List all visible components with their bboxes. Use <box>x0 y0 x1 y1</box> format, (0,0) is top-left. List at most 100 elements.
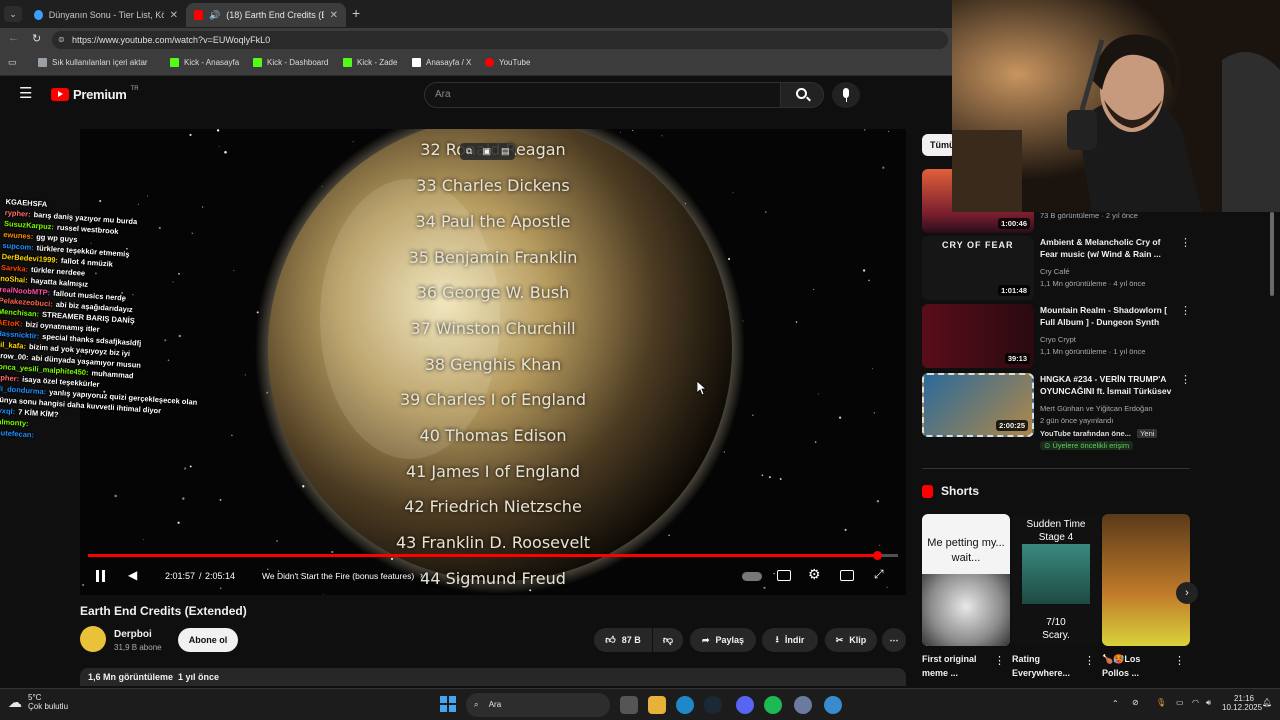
autoplay-toggle[interactable] <box>742 572 762 581</box>
avatar[interactable] <box>80 626 106 652</box>
browser-tab-2[interactable]: 🔊 (18) Earth End Credits (Extend ✕ <box>186 3 346 27</box>
youtube-logo[interactable]: Premium TR <box>51 86 139 102</box>
bookmark-import[interactable]: Sık kullanılanları içeri aktar <box>38 58 148 67</box>
browser-tab-1[interactable]: Dünyanın Sonu - Tier List, Kör Sıra ✕ <box>26 3 186 27</box>
video-title[interactable]: Ambient & Melancholic Cry of Fear music … <box>1040 236 1180 260</box>
channel-name[interactable]: Mert Günhan ve Yiğitcan Erdoğan <box>1040 404 1153 413</box>
chip-all[interactable]: Tümü <box>922 134 956 156</box>
more-actions-button[interactable]: ⋯ <box>882 628 906 652</box>
spotify-icon[interactable] <box>764 696 782 714</box>
tray-chevron-icon[interactable]: ⌃ <box>1112 699 1119 708</box>
cast-icon[interactable]: ▣ <box>482 146 491 157</box>
speaker-icon[interactable]: 🔊 <box>209 10 220 21</box>
voice-search-button[interactable] <box>832 82 860 108</box>
weather-widget[interactable]: ☁ 5°C Çok bulutlu <box>8 693 68 711</box>
back-icon[interactable]: ← <box>8 32 19 44</box>
short-card[interactable]: Me petting my... wait... <box>922 514 1010 646</box>
tab-close-icon[interactable]: ✕ <box>170 10 178 21</box>
download-button[interactable]: ⭳ İndir <box>762 628 818 652</box>
channel-name[interactable]: Cryo Crypt <box>1040 335 1076 344</box>
video-thumbnail[interactable]: 39:13 <box>922 304 1034 368</box>
app-icon[interactable] <box>794 696 812 714</box>
short-card[interactable] <box>1102 514 1190 646</box>
recommended-video[interactable]: 2:00:25 HNGKA #234 - VERİN TRUMP'A OYUNC… <box>922 373 1192 455</box>
bookmark-label: Kick - Anasayfa <box>184 58 240 67</box>
edge-icon[interactable] <box>676 696 694 714</box>
tray-icon[interactable]: ⊘ <box>1132 698 1139 707</box>
pause-icon[interactable] <box>96 570 99 582</box>
bookmark-kick-dashboard[interactable]: Kick - Dashboard <box>253 58 328 67</box>
pip-icon[interactable]: ⧉ <box>466 146 472 157</box>
chapter-title[interactable]: We Didn't Start the Fire (bonus features… <box>262 571 414 581</box>
network-icon[interactable]: ▭ <box>1176 698 1184 707</box>
search-input[interactable]: Ara <box>424 82 781 108</box>
file-explorer-icon[interactable] <box>648 696 666 714</box>
more-icon[interactable]: ⋮ <box>1174 654 1185 667</box>
subtitles-icon[interactable] <box>777 570 791 581</box>
volume-icon[interactable]: ◀︎ <box>128 568 137 582</box>
short-title[interactable]: 🍗🥵Los Pollos ... <box>1102 652 1168 680</box>
mouse-cursor-icon <box>697 381 707 396</box>
subscribe-button[interactable]: Abone ol <box>178 628 238 652</box>
short-card[interactable]: Sudden Time Stage 4 7/10 Scary. <box>1012 514 1100 646</box>
clock[interactable]: 21:16 10.12.2025 <box>1222 694 1262 712</box>
wifi-icon[interactable]: ◠ <box>1192 698 1199 707</box>
share-button[interactable]: ➦ Paylaş <box>690 628 756 652</box>
app-icon[interactable] <box>824 696 842 714</box>
taskbar-search[interactable]: ⌕ Ara <box>466 693 610 717</box>
short-title[interactable]: Rating Everywhere... <box>1012 652 1084 680</box>
steam-icon[interactable] <box>704 696 722 714</box>
discord-icon[interactable] <box>736 696 754 714</box>
youtube-masthead: ☰ Premium TR Ara <box>0 76 952 114</box>
more-icon[interactable]: ⋮ <box>994 654 1005 667</box>
notes-icon[interactable]: ▤ <box>501 146 510 157</box>
credit-line: 33 Charles Dickens <box>416 176 570 195</box>
like-button[interactable]: 👍︎ 87 B <box>594 628 652 652</box>
recommended-video[interactable]: 39:13 Mountain Realm - Shadowlorn [ Full… <box>922 304 1192 370</box>
chat-username: noShai: <box>0 273 28 285</box>
video-thumbnail[interactable]: CRY OF FEAR 1:01:48 <box>922 236 1034 300</box>
bookmark-kick-zade[interactable]: Kick - Zade <box>343 58 397 67</box>
bookmark-kick-anasayfa[interactable]: Kick - Anasayfa <box>170 58 239 67</box>
scrollbar[interactable] <box>1270 212 1274 296</box>
tab-close-icon[interactable]: ✕ <box>330 10 338 21</box>
bookmark-x[interactable]: Anasayfa / X <box>412 58 471 67</box>
streamer-camera-image <box>952 0 1280 212</box>
settings-icon[interactable]: ⚙ <box>808 566 821 583</box>
channel-name[interactable]: Derpboi <box>114 629 152 640</box>
site-info-icon[interactable]: ⊜ <box>58 31 65 49</box>
more-icon[interactable]: ⋮ <box>1180 373 1191 386</box>
menu-icon[interactable]: ☰ <box>19 86 32 101</box>
dislike-button[interactable]: 👎︎ <box>653 628 683 652</box>
miniplayer-icon[interactable] <box>840 570 854 581</box>
url-field[interactable]: ⊜ https://www.youtube.com/watch?v=EUWoql… <box>52 31 948 49</box>
chat-text <box>37 431 38 440</box>
progress-bar[interactable] <box>88 551 898 560</box>
video-title[interactable]: HNGKA #234 - VERİN TRUMP'A OYUNCAĞINI ft… <box>1040 373 1180 397</box>
fullscreen-icon[interactable]: ⤢ <box>874 567 884 582</box>
apps-icon[interactable]: ▭ <box>8 57 17 68</box>
more-icon[interactable]: ⋮ <box>1180 236 1191 249</box>
tab-list-button[interactable]: ⌄ <box>4 6 22 22</box>
search-button[interactable] <box>780 82 824 108</box>
reload-icon[interactable]: ↻ <box>32 32 41 45</box>
new-tab-button[interactable]: + <box>352 5 360 21</box>
channel-name[interactable]: Cry Café <box>1040 267 1070 276</box>
clip-button[interactable]: ✂ Klip <box>825 628 877 652</box>
more-icon[interactable]: ⋮ <box>1084 654 1095 667</box>
shorts-next-button[interactable]: › <box>1176 582 1198 604</box>
recommended-video[interactable]: CRY OF FEAR 1:01:48 Ambient & Melancholi… <box>922 236 1192 302</box>
video-thumbnail[interactable]: 2:00:25 <box>922 373 1034 437</box>
video-title[interactable]: Mountain Realm - Shadowlorn [ Full Album… <box>1040 304 1180 328</box>
mic-icon[interactable]: 🎙︎ <box>1156 698 1166 707</box>
bookmark-youtube[interactable]: YouTube <box>485 58 530 67</box>
task-view-icon[interactable] <box>620 696 638 714</box>
kick-icon <box>253 58 262 67</box>
volume-icon[interactable]: 🔊︎ <box>1206 698 1211 708</box>
notification-icon[interactable]: 🔔︎ <box>1262 698 1272 707</box>
description-box[interactable]: 1,6 Mn görüntüleme 1 yıl önce <box>80 668 906 686</box>
short-title[interactable]: First original meme ... <box>922 652 994 680</box>
video-meta: 1,1 Mn görüntüleme · 4 yıl önce <box>1040 279 1146 288</box>
start-button[interactable] <box>440 696 456 712</box>
more-icon[interactable]: ⋮ <box>1180 304 1191 317</box>
